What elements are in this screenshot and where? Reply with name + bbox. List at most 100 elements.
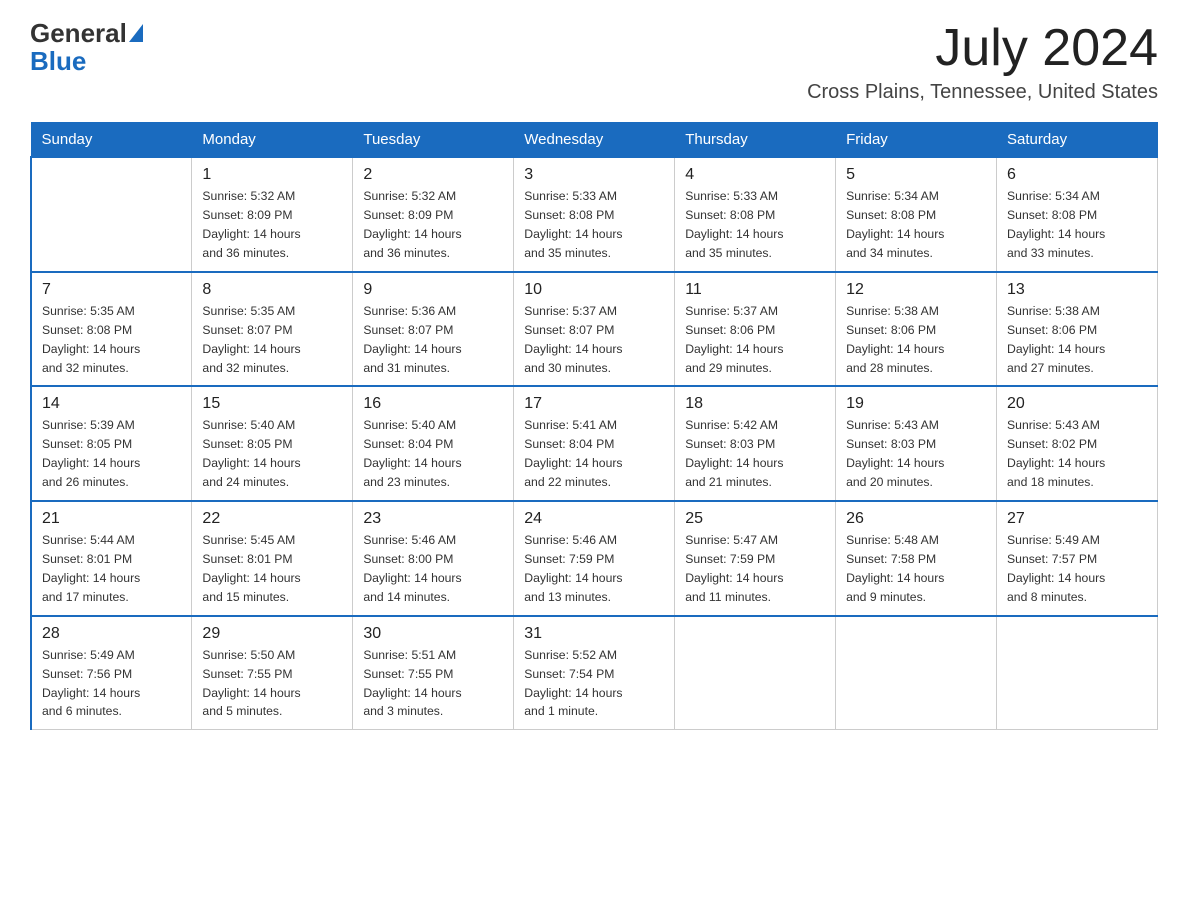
calendar-header-tuesday: Tuesday: [353, 123, 514, 158]
calendar-cell: 31Sunrise: 5:52 AM Sunset: 7:54 PM Dayli…: [514, 616, 675, 730]
logo-blue-text: Blue: [30, 46, 86, 77]
calendar-cell: 10 Sunrise: 5:37 AM Sunset: 8:07 PM Dayli…: [514, 272, 675, 387]
day-info: Sunrise: 5:47 AM Sunset: 7:59 PM Dayligh…: [685, 531, 825, 607]
day-number: 18: [685, 395, 825, 413]
calendar-header-thursday: Thursday: [675, 123, 836, 158]
calendar-cell: 22 Sunrise: 5:45 AM Sunset: 8:01 PM Dayli…: [192, 501, 353, 616]
calendar-cell: 3 Sunrise: 5:33 AM Sunset: 8:08 PM Daylig…: [514, 157, 675, 272]
calendar-cell: 21 Sunrise: 5:44 AM Sunset: 8:01 PM Dayli…: [31, 501, 192, 616]
calendar-cell: [31, 157, 192, 272]
day-number: 10: [524, 281, 664, 299]
day-number: 19: [846, 395, 986, 413]
day-number: 3: [524, 166, 664, 184]
calendar-week-1: 1 Sunrise: 5:32 AM Sunset: 8:09 PM Daylig…: [31, 157, 1158, 272]
day-number: 21: [42, 510, 181, 528]
day-number: 29: [202, 625, 342, 643]
calendar-cell: 16 Sunrise: 5:40 AM Sunset: 8:04 PM Dayli…: [353, 386, 514, 501]
day-number: 16: [363, 395, 503, 413]
day-info: Sunrise: 5:44 AM Sunset: 8:01 PM Dayligh…: [42, 531, 181, 607]
day-number: 14: [42, 395, 181, 413]
day-info: Sunrise: 5:35 AM Sunset: 8:07 PM Dayligh…: [202, 302, 342, 378]
calendar-cell: 18 Sunrise: 5:42 AM Sunset: 8:03 PM Dayli…: [675, 386, 836, 501]
location-title: Cross Plains, Tennessee, United States: [807, 81, 1158, 104]
day-number: 7: [42, 281, 181, 299]
logo-general-text: General: [30, 20, 127, 46]
calendar-body: 1 Sunrise: 5:32 AM Sunset: 8:09 PM Daylig…: [31, 157, 1158, 730]
calendar-week-3: 14 Sunrise: 5:39 AM Sunset: 8:05 PM Dayli…: [31, 386, 1158, 501]
calendar-cell: 25 Sunrise: 5:47 AM Sunset: 7:59 PM Dayli…: [675, 501, 836, 616]
logo: General Blue: [30, 20, 145, 77]
calendar-cell: 24 Sunrise: 5:46 AM Sunset: 7:59 PM Dayli…: [514, 501, 675, 616]
day-info: Sunrise: 5:32 AM Sunset: 8:09 PM Dayligh…: [363, 187, 503, 263]
day-info: Sunrise: 5:40 AM Sunset: 8:05 PM Dayligh…: [202, 416, 342, 492]
calendar-cell: 6Sunrise: 5:34 AM Sunset: 8:08 PM Daylig…: [997, 157, 1158, 272]
calendar-cell: 13Sunrise: 5:38 AM Sunset: 8:06 PM Dayli…: [997, 272, 1158, 387]
day-info: Sunrise: 5:38 AM Sunset: 8:06 PM Dayligh…: [846, 302, 986, 378]
day-number: 17: [524, 395, 664, 413]
day-number: 1: [202, 166, 342, 184]
day-info: Sunrise: 5:40 AM Sunset: 8:04 PM Dayligh…: [363, 416, 503, 492]
calendar-cell: 5 Sunrise: 5:34 AM Sunset: 8:08 PM Daylig…: [836, 157, 997, 272]
day-info: Sunrise: 5:52 AM Sunset: 7:54 PM Dayligh…: [524, 646, 664, 722]
calendar-cell: 2Sunrise: 5:32 AM Sunset: 8:09 PM Daylig…: [353, 157, 514, 272]
day-info: Sunrise: 5:46 AM Sunset: 7:59 PM Dayligh…: [524, 531, 664, 607]
day-info: Sunrise: 5:45 AM Sunset: 8:01 PM Dayligh…: [202, 531, 342, 607]
day-number: 12: [846, 281, 986, 299]
day-info: Sunrise: 5:33 AM Sunset: 8:08 PM Dayligh…: [524, 187, 664, 263]
day-info: Sunrise: 5:32 AM Sunset: 8:09 PM Dayligh…: [202, 187, 342, 263]
calendar-cell: 11Sunrise: 5:37 AM Sunset: 8:06 PM Dayli…: [675, 272, 836, 387]
day-info: Sunrise: 5:37 AM Sunset: 8:07 PM Dayligh…: [524, 302, 664, 378]
month-title: July 2024: [807, 20, 1158, 77]
day-number: 4: [685, 166, 825, 184]
calendar-header-wednesday: Wednesday: [514, 123, 675, 158]
day-info: Sunrise: 5:46 AM Sunset: 8:00 PM Dayligh…: [363, 531, 503, 607]
calendar-cell: 12 Sunrise: 5:38 AM Sunset: 8:06 PM Dayli…: [836, 272, 997, 387]
calendar-cell: 26 Sunrise: 5:48 AM Sunset: 7:58 PM Dayli…: [836, 501, 997, 616]
day-number: 24: [524, 510, 664, 528]
calendar-week-4: 21 Sunrise: 5:44 AM Sunset: 8:01 PM Dayli…: [31, 501, 1158, 616]
calendar-cell: 7Sunrise: 5:35 AM Sunset: 8:08 PM Daylig…: [31, 272, 192, 387]
day-number: 8: [202, 281, 342, 299]
calendar-cell: 27Sunrise: 5:49 AM Sunset: 7:57 PM Dayli…: [997, 501, 1158, 616]
calendar-cell: 28 Sunrise: 5:49 AM Sunset: 7:56 PM Dayli…: [31, 616, 192, 730]
calendar-cell: 29Sunrise: 5:50 AM Sunset: 7:55 PM Dayli…: [192, 616, 353, 730]
calendar-cell: [836, 616, 997, 730]
calendar-cell: [675, 616, 836, 730]
calendar-cell: 20Sunrise: 5:43 AM Sunset: 8:02 PM Dayli…: [997, 386, 1158, 501]
day-info: Sunrise: 5:36 AM Sunset: 8:07 PM Dayligh…: [363, 302, 503, 378]
day-number: 9: [363, 281, 503, 299]
calendar-cell: 30Sunrise: 5:51 AM Sunset: 7:55 PM Dayli…: [353, 616, 514, 730]
day-info: Sunrise: 5:49 AM Sunset: 7:56 PM Dayligh…: [42, 646, 181, 722]
day-info: Sunrise: 5:34 AM Sunset: 8:08 PM Dayligh…: [1007, 187, 1147, 263]
calendar-table: SundayMondayTuesdayWednesdayThursdayFrid…: [30, 122, 1158, 730]
day-info: Sunrise: 5:42 AM Sunset: 8:03 PM Dayligh…: [685, 416, 825, 492]
day-info: Sunrise: 5:43 AM Sunset: 8:03 PM Dayligh…: [846, 416, 986, 492]
calendar-cell: 8 Sunrise: 5:35 AM Sunset: 8:07 PM Daylig…: [192, 272, 353, 387]
calendar-week-5: 28 Sunrise: 5:49 AM Sunset: 7:56 PM Dayli…: [31, 616, 1158, 730]
day-number: 28: [42, 625, 181, 643]
day-info: Sunrise: 5:37 AM Sunset: 8:06 PM Dayligh…: [685, 302, 825, 378]
calendar-header-sunday: Sunday: [31, 123, 192, 158]
calendar-cell: 4 Sunrise: 5:33 AM Sunset: 8:08 PM Daylig…: [675, 157, 836, 272]
day-number: 27: [1007, 510, 1147, 528]
day-info: Sunrise: 5:34 AM Sunset: 8:08 PM Dayligh…: [846, 187, 986, 263]
day-number: 5: [846, 166, 986, 184]
calendar-cell: 1 Sunrise: 5:32 AM Sunset: 8:09 PM Daylig…: [192, 157, 353, 272]
calendar-header-row: SundayMondayTuesdayWednesdayThursdayFrid…: [31, 123, 1158, 158]
calendar-cell: 9 Sunrise: 5:36 AM Sunset: 8:07 PM Daylig…: [353, 272, 514, 387]
calendar-header-friday: Friday: [836, 123, 997, 158]
day-number: 25: [685, 510, 825, 528]
day-info: Sunrise: 5:39 AM Sunset: 8:05 PM Dayligh…: [42, 416, 181, 492]
day-info: Sunrise: 5:43 AM Sunset: 8:02 PM Dayligh…: [1007, 416, 1147, 492]
calendar-cell: 14 Sunrise: 5:39 AM Sunset: 8:05 PM Dayli…: [31, 386, 192, 501]
title-area: July 2024 Cross Plains, Tennessee, Unite…: [807, 20, 1158, 104]
day-number: 26: [846, 510, 986, 528]
day-info: Sunrise: 5:38 AM Sunset: 8:06 PM Dayligh…: [1007, 302, 1147, 378]
day-info: Sunrise: 5:48 AM Sunset: 7:58 PM Dayligh…: [846, 531, 986, 607]
calendar-cell: [997, 616, 1158, 730]
calendar-cell: 23Sunrise: 5:46 AM Sunset: 8:00 PM Dayli…: [353, 501, 514, 616]
logo-triangle-icon: [129, 24, 143, 42]
day-info: Sunrise: 5:33 AM Sunset: 8:08 PM Dayligh…: [685, 187, 825, 263]
calendar-cell: 17Sunrise: 5:41 AM Sunset: 8:04 PM Dayli…: [514, 386, 675, 501]
day-number: 22: [202, 510, 342, 528]
